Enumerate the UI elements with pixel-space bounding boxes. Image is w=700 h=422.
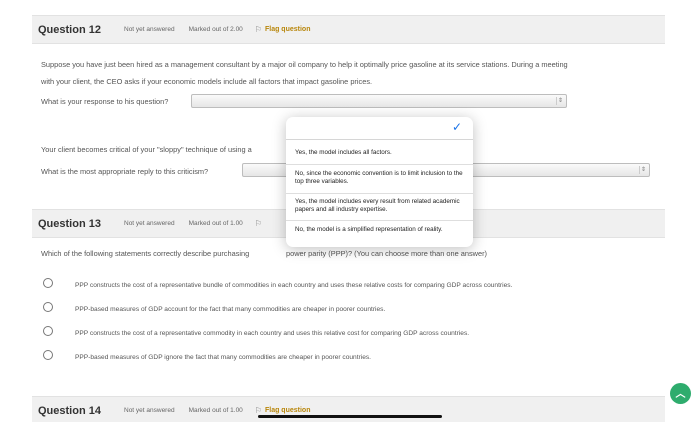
scroll-top-button[interactable]: ︿ (670, 383, 691, 404)
flag-icon: ⚐ (254, 219, 262, 228)
dropdown-option-1[interactable]: Yes, the model includes all factors. (295, 149, 467, 157)
option-checkbox-3[interactable] (43, 326, 53, 336)
dropdown-options-popup: ✓ Yes, the model includes all factors. N… (286, 117, 473, 247)
flag-icon: ⚐ (254, 406, 262, 415)
divider (286, 164, 473, 165)
question-14-flag-button[interactable]: ⚐ Flag question (255, 406, 311, 415)
question-12-text-line-2: with your client, the CEO asks if your e… (41, 77, 373, 86)
question-12-header: Question 12 Not yet answered Marked out … (32, 15, 665, 44)
question-13-status: Not yet answered (124, 220, 175, 227)
question-13-text-tail: power parity (PPP)? (You can choose more… (286, 249, 488, 258)
home-indicator (258, 415, 442, 418)
question-13-flag-button[interactable]: ⚐ (255, 219, 262, 228)
flag-label: Flag question (264, 26, 311, 33)
dropdown-option-3[interactable]: Yes, the model includes every result fro… (295, 198, 467, 214)
option-checkbox-2[interactable] (43, 302, 53, 312)
dropdown-option-2[interactable]: No, since the economic convention is to … (295, 170, 467, 186)
flag-label: Flag question (264, 407, 311, 414)
option-checkbox-4[interactable] (43, 350, 53, 360)
option-label-4: PPP-based measures of GDP ignore the fac… (75, 354, 372, 361)
dropdown-option-4[interactable]: No, the model is a simplified representa… (295, 226, 467, 234)
checkmark-icon: ✓ (452, 120, 463, 134)
question-14-title: Question 14 (38, 404, 101, 417)
divider (286, 139, 473, 140)
response-select-1[interactable]: ⇕ (191, 94, 567, 108)
question-12-status: Not yet answered (124, 26, 175, 33)
question-12-prompt-2: What is the most appropriate reply to th… (41, 167, 209, 176)
select-caret-icon: ⇕ (639, 166, 647, 174)
option-label-1: PPP constructs the cost of a representat… (75, 282, 513, 289)
option-label-3: PPP constructs the cost of a representat… (75, 330, 470, 337)
question-14-marks: Marked out of 1.00 (188, 407, 243, 414)
select-caret-icon: ⇕ (556, 97, 564, 105)
question-12-text-line-1: Suppose you have just been hired as a ma… (41, 60, 568, 69)
option-checkbox-1[interactable] (43, 278, 53, 288)
question-12-text-line-3: Your client becomes critical of your "sl… (41, 145, 252, 154)
divider (286, 193, 473, 194)
divider (286, 220, 473, 221)
question-13-title: Question 13 (38, 217, 101, 230)
chevron-up-icon: ︿ (675, 388, 686, 400)
question-14-header: Question 14 Not yet answered Marked out … (32, 396, 665, 422)
question-12-marks: Marked out of 2.00 (188, 26, 243, 33)
option-label-2: PPP-based measures of GDP account for th… (75, 306, 386, 313)
question-14-status: Not yet answered (124, 407, 175, 414)
flag-icon: ⚐ (254, 25, 262, 34)
question-12-flag-button[interactable]: ⚐ Flag question (255, 25, 311, 34)
question-13-text-head: Which of the following statements correc… (41, 249, 250, 258)
question-12-prompt-1: What is your response to his question? (41, 97, 169, 106)
question-12-title: Question 12 (38, 23, 101, 36)
question-13-marks: Marked out of 1.00 (188, 220, 243, 227)
